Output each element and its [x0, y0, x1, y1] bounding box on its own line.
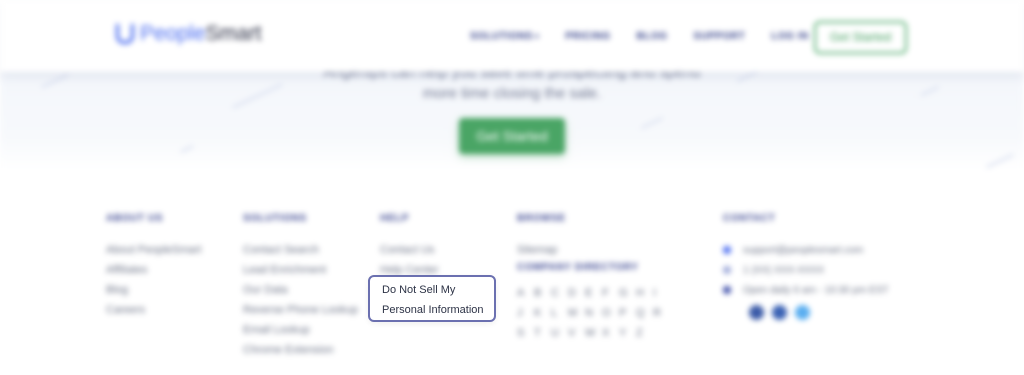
email-icon	[723, 246, 731, 254]
footer-col-title: ABOUT US	[106, 213, 164, 224]
contact-phone-row: 1 (XX) XXX-XXXX	[723, 260, 889, 280]
company-directory-title: COMPANY DIRECTORY	[517, 262, 639, 273]
footer-col-help: HELP Contact Us Help Center	[380, 213, 439, 280]
decorative-streak	[180, 145, 194, 153]
directory-letter[interactable]: B	[534, 287, 551, 299]
linkedin-icon[interactable]	[772, 305, 787, 320]
directory-letter[interactable]: T	[534, 327, 551, 339]
footer-col-browse: BROWSE Sitemap COMPANY DIRECTORY ABCDEFG…	[517, 213, 670, 339]
contact-email[interactable]: support@peoplesmart.com	[743, 245, 863, 256]
footer-link[interactable]: Careers	[106, 300, 201, 320]
footer-col-solutions: SOLUTIONS Contact Search Lead Enrichment…	[243, 213, 358, 360]
directory-letter[interactable]: X	[602, 327, 619, 339]
directory-letter[interactable]: S	[517, 327, 534, 339]
nav-support[interactable]: SUPPORT	[693, 31, 745, 42]
footer-col-title: SOLUTIONS	[243, 213, 307, 224]
nav-login[interactable]: LOG IN	[771, 31, 808, 42]
hero-section: Angertips can help you save time prospec…	[0, 60, 1024, 170]
social-links	[749, 305, 889, 320]
directory-letter[interactable]: L	[551, 307, 568, 319]
footer-link[interactable]: Chrome Extension	[243, 340, 358, 360]
footer-col-title: CONTACT	[723, 213, 776, 224]
directory-letter[interactable]: C	[551, 287, 568, 299]
footer-link[interactable]: Our Data	[243, 280, 358, 300]
directory-letter[interactable]: A	[517, 287, 534, 299]
nav-solutions[interactable]: SOLUTIONS ▾	[470, 31, 539, 42]
contact-hours-row: Open daily 6 am - 10:30 pm EST	[723, 280, 889, 300]
main-nav: SOLUTIONS ▾ PRICING BLOG SUPPORT LOG IN	[470, 31, 835, 42]
site-header: People Smart SOLUTIONS ▾ PRICING BLOG SUPP…	[0, 0, 1024, 72]
facebook-icon[interactable]	[749, 305, 764, 320]
directory-letter[interactable]: Z	[636, 327, 653, 339]
directory-letter[interactable]: V	[568, 327, 585, 339]
contact-email-row: support@peoplesmart.com	[723, 240, 889, 260]
get-started-header-button[interactable]: Get Started	[814, 21, 907, 54]
location-icon	[723, 286, 731, 294]
twitter-icon[interactable]	[795, 305, 810, 320]
directory-letter[interactable]: M	[568, 307, 585, 319]
directory-letter[interactable]: R	[653, 307, 670, 319]
directory-letter[interactable]: U	[551, 327, 568, 339]
directory-letter[interactable]: D	[568, 287, 585, 299]
footer-col-contact: CONTACT support@peoplesmart.com 1 (XX) X…	[723, 213, 889, 320]
directory-letter[interactable]: E	[585, 287, 602, 299]
contact-hours: Open daily 6 am - 10:30 pm EST	[743, 284, 889, 296]
contact-phone[interactable]: 1 (XX) XXX-XXXX	[743, 265, 824, 276]
directory-letters: ABCDEFGHI JKLMNOPQR STUVWXYZ	[517, 287, 670, 339]
nav-blog[interactable]: BLOG	[637, 31, 668, 42]
directory-letter[interactable]: N	[585, 307, 602, 319]
footer-col-title: HELP	[380, 213, 410, 224]
directory-letter[interactable]: P	[619, 307, 636, 319]
directory-letter[interactable]: W	[585, 327, 602, 339]
footer-link[interactable]: Blog	[106, 280, 201, 300]
footer-link[interactable]: Affiliates	[106, 260, 201, 280]
tooltip-line-1: Do Not Sell My	[382, 284, 456, 296]
directory-letter[interactable]: F	[602, 287, 619, 299]
directory-letter[interactable]: I	[653, 287, 670, 299]
nav-pricing[interactable]: PRICING	[565, 31, 610, 42]
blurred-page: People Smart SOLUTIONS ▾ PRICING BLOG SUPP…	[0, 0, 1024, 375]
footer-link[interactable]: Email Lookup	[243, 320, 358, 340]
directory-letter[interactable]: G	[619, 287, 636, 299]
directory-letter[interactable]: K	[534, 307, 551, 319]
directory-letter[interactable]: Q	[636, 307, 653, 319]
directory-letter[interactable]: O	[602, 307, 619, 319]
directory-letter[interactable]: J	[517, 307, 534, 319]
decorative-streak	[985, 153, 1015, 169]
tooltip-line-2: Personal Information	[382, 304, 484, 316]
hero-text-line-2: more time closing the sale.	[422, 85, 602, 102]
logo-icon	[116, 24, 134, 44]
logo-text-people: People	[140, 22, 206, 45]
footer-link[interactable]: About PeopleSmart	[106, 240, 201, 260]
footer-link[interactable]: Reverse Phone Lookup	[243, 300, 358, 320]
directory-letter[interactable]: H	[636, 287, 653, 299]
footer-link[interactable]: Sitemap	[517, 240, 670, 260]
footer-link[interactable]: Lead Enrichment	[243, 260, 358, 280]
logo-text-smart: Smart	[205, 22, 262, 45]
nav-solutions-label: SOLUTIONS	[470, 31, 533, 42]
chevron-down-icon: ▾	[534, 32, 540, 41]
directory-letter[interactable]: Y	[619, 327, 636, 339]
footer-link[interactable]: Contact Search	[243, 240, 358, 260]
do-not-sell-tooltip[interactable]: Do Not Sell My Personal Information	[368, 275, 496, 322]
footer-col-title: BROWSE	[517, 213, 566, 224]
footer-link[interactable]: Contact Us	[380, 240, 439, 260]
footer-col-about: ABOUT US About PeopleSmart Affiliates Bl…	[106, 213, 201, 320]
get-started-hero-button[interactable]: Get Started	[459, 118, 565, 154]
site-footer: ABOUT US About PeopleSmart Affiliates Bl…	[0, 170, 1024, 375]
phone-icon	[723, 266, 731, 274]
logo[interactable]: People Smart	[116, 22, 261, 46]
decorative-streak	[640, 117, 664, 129]
